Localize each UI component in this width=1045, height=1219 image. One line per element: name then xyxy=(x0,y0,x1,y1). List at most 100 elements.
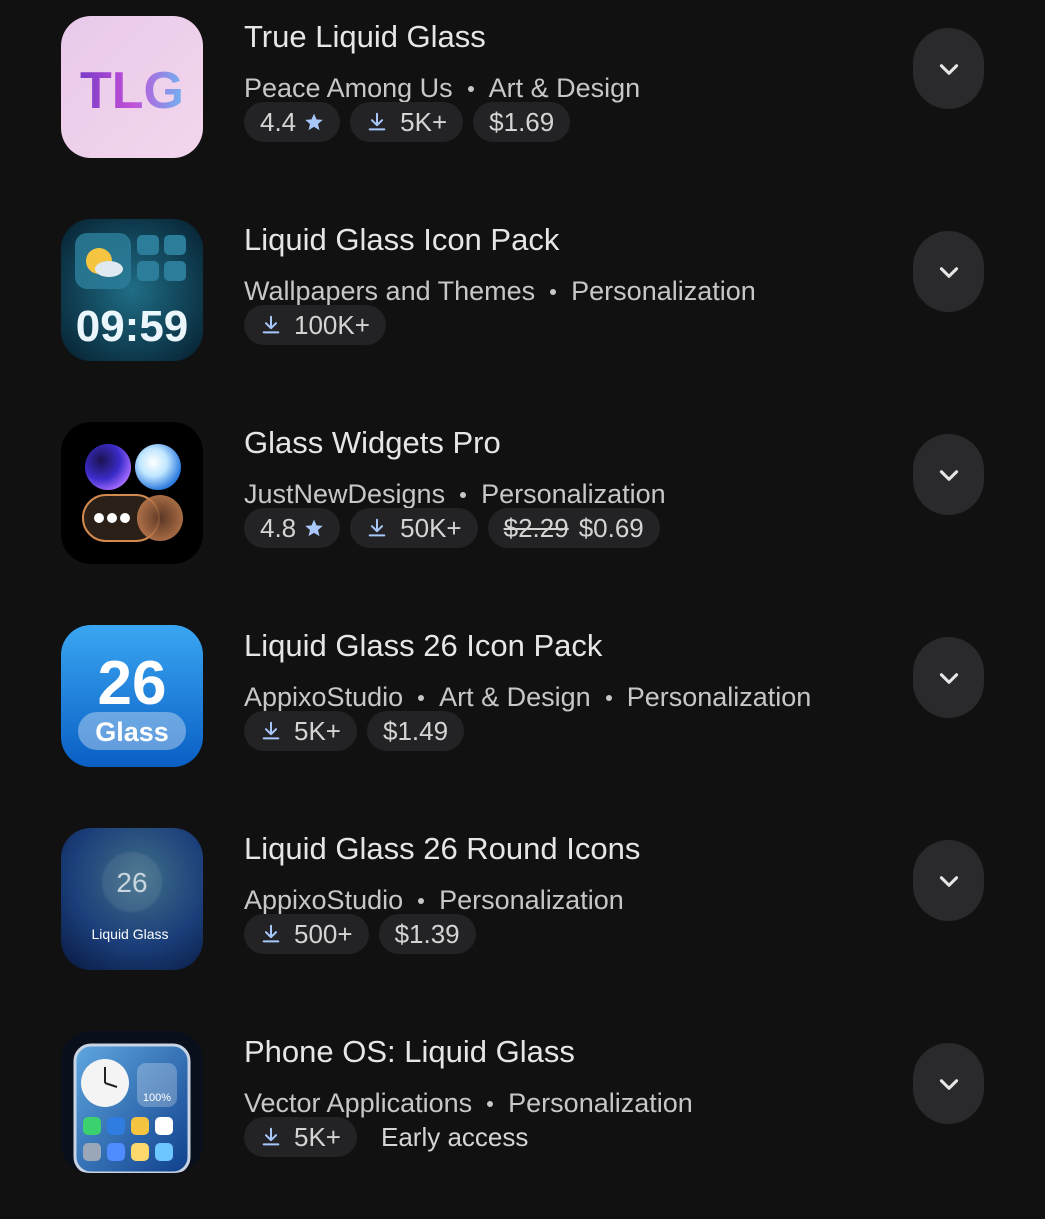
app-row[interactable]: Glass Widgets Pro JustNewDesigns Persona… xyxy=(0,407,1045,610)
svg-text:TLG: TLG xyxy=(80,62,184,120)
developer-name[interactable]: Vector Applications xyxy=(244,1088,472,1119)
developer-name[interactable]: JustNewDesigns xyxy=(244,479,445,510)
category-label: Art & Design xyxy=(439,682,591,712)
app-stats: 5K+ Early access xyxy=(244,1117,536,1157)
downloads-value: 5K+ xyxy=(400,106,448,137)
downloads-chip: 100K+ xyxy=(244,305,386,345)
icon-label: Glass xyxy=(95,717,169,747)
download-icon xyxy=(262,721,280,740)
star-icon xyxy=(305,113,323,131)
price-chip[interactable]: $1.69 xyxy=(473,102,571,142)
developer-name[interactable]: AppixoStudio xyxy=(244,885,403,916)
expand-button[interactable] xyxy=(913,231,984,312)
rating-chip: 4.8 xyxy=(244,508,341,548)
rating-chip: 4.4 xyxy=(244,102,341,142)
category-label: Personalization xyxy=(481,479,666,509)
app-title[interactable]: Phone OS: Liquid Glass xyxy=(244,1034,575,1070)
download-icon xyxy=(262,924,280,943)
developer-name[interactable]: Peace Among Us xyxy=(244,73,453,104)
app-icon: TLG xyxy=(61,16,203,158)
category-label: Personalization xyxy=(571,276,756,306)
app-stats: 500+ $1.39 xyxy=(244,914,476,954)
price-chip[interactable]: $2.29 $0.69 xyxy=(487,508,660,548)
app-stats: 4.4 5K+ $1.69 xyxy=(244,102,571,142)
app-icon: 100% xyxy=(61,1031,203,1173)
developer-name[interactable]: AppixoStudio xyxy=(244,682,403,713)
download-icon xyxy=(262,1127,280,1146)
app-row[interactable]: 26 Liquid Glass Liquid Glass 26 Round Ic… xyxy=(0,813,1045,1016)
icon-number: 26 xyxy=(98,649,167,718)
separator-dot xyxy=(467,85,474,92)
app-title[interactable]: True Liquid Glass xyxy=(244,19,486,55)
expand-button[interactable] xyxy=(913,840,984,921)
status-label: Early access xyxy=(367,1117,536,1157)
expand-button[interactable] xyxy=(913,637,984,718)
category-label: Art & Design xyxy=(488,73,641,103)
separator-dot xyxy=(418,694,425,701)
app-meta: Peace Among Us Art & Design xyxy=(244,73,640,104)
app-stats: 5K+ $1.49 xyxy=(244,711,465,751)
icon-battery: 100% xyxy=(143,1092,171,1104)
expand-button[interactable] xyxy=(913,1043,984,1124)
price-chip[interactable]: $1.49 xyxy=(367,711,465,751)
app-meta: JustNewDesigns Personalization xyxy=(244,479,666,510)
app-meta: AppixoStudio Art & Design Personalizatio… xyxy=(244,682,811,713)
downloads-value: 500+ xyxy=(294,918,353,949)
price-value: $1.39 xyxy=(394,918,460,949)
app-title[interactable]: Liquid Glass Icon Pack xyxy=(244,222,559,258)
separator-dot xyxy=(605,694,612,701)
app-meta: Wallpapers and Themes Personalization xyxy=(244,276,756,307)
app-icon: 26 Liquid Glass xyxy=(61,828,203,970)
app-meta: Vector Applications Personalization xyxy=(244,1088,693,1119)
app-stats: 4.8 50K+ $2.29 $0.69 xyxy=(244,508,660,548)
downloads-chip: 50K+ xyxy=(350,508,478,548)
downloads-chip: 5K+ xyxy=(244,1117,357,1157)
price-value: $1.49 xyxy=(383,715,449,746)
app-title[interactable]: Liquid Glass 26 Icon Pack xyxy=(244,628,602,664)
developer-name[interactable]: Wallpapers and Themes xyxy=(244,276,535,307)
download-icon xyxy=(368,112,386,131)
rating-value: 4.8 xyxy=(260,512,297,543)
separator-dot xyxy=(550,288,557,295)
app-list: TLG True Liquid Glass Peace Among Us Art… xyxy=(0,0,1045,1200)
chevron-down-icon xyxy=(939,266,958,278)
app-stats: 100K+ xyxy=(244,305,386,345)
app-row[interactable]: TLG True Liquid Glass Peace Among Us Art… xyxy=(0,1,1045,204)
chevron-down-icon xyxy=(939,63,958,75)
expand-button[interactable] xyxy=(913,28,984,109)
category-label: Personalization xyxy=(439,885,624,915)
chevron-down-icon xyxy=(939,875,958,887)
category-label: Personalization xyxy=(626,682,812,712)
icon-number: 26 xyxy=(116,867,147,898)
icon-label: Liquid Glass xyxy=(91,926,168,942)
app-title[interactable]: Liquid Glass 26 Round Icons xyxy=(244,831,640,867)
rating-value: 4.4 xyxy=(260,106,297,137)
price-chip[interactable]: $1.39 xyxy=(378,914,476,954)
separator-dot xyxy=(418,897,425,904)
price-value: $0.69 xyxy=(578,512,644,543)
chevron-down-icon xyxy=(939,1078,958,1090)
separator-dot xyxy=(487,1100,494,1107)
star-icon xyxy=(305,519,323,537)
category-label: Personalization xyxy=(508,1088,693,1118)
downloads-value: 5K+ xyxy=(294,715,341,746)
downloads-value: 50K+ xyxy=(400,512,462,543)
expand-button[interactable] xyxy=(913,434,984,515)
downloads-chip: 5K+ xyxy=(244,711,357,751)
app-title[interactable]: Glass Widgets Pro xyxy=(244,425,501,461)
app-row[interactable]: 09:59 Liquid Glass Icon Pack Wallpapers … xyxy=(0,204,1045,407)
icon-clock-text: 09:59 xyxy=(76,302,189,351)
app-row[interactable]: 100% Phone OS: Liquid Glass Vector Appli… xyxy=(0,1016,1045,1219)
price-value: $1.69 xyxy=(489,106,555,137)
early-access-text: Early access xyxy=(381,1121,529,1152)
downloads-chip: 500+ xyxy=(244,914,369,954)
app-icon xyxy=(61,422,203,564)
separator-dot xyxy=(460,491,467,498)
app-meta: AppixoStudio Personalization xyxy=(244,885,624,916)
app-row[interactable]: 26 Glass Liquid Glass 26 Icon Pack Appix… xyxy=(0,610,1045,813)
download-icon xyxy=(262,315,280,334)
chevron-down-icon xyxy=(939,672,958,684)
download-icon xyxy=(368,518,386,537)
chevron-down-icon xyxy=(939,469,958,481)
original-price: $2.29 xyxy=(503,512,569,543)
